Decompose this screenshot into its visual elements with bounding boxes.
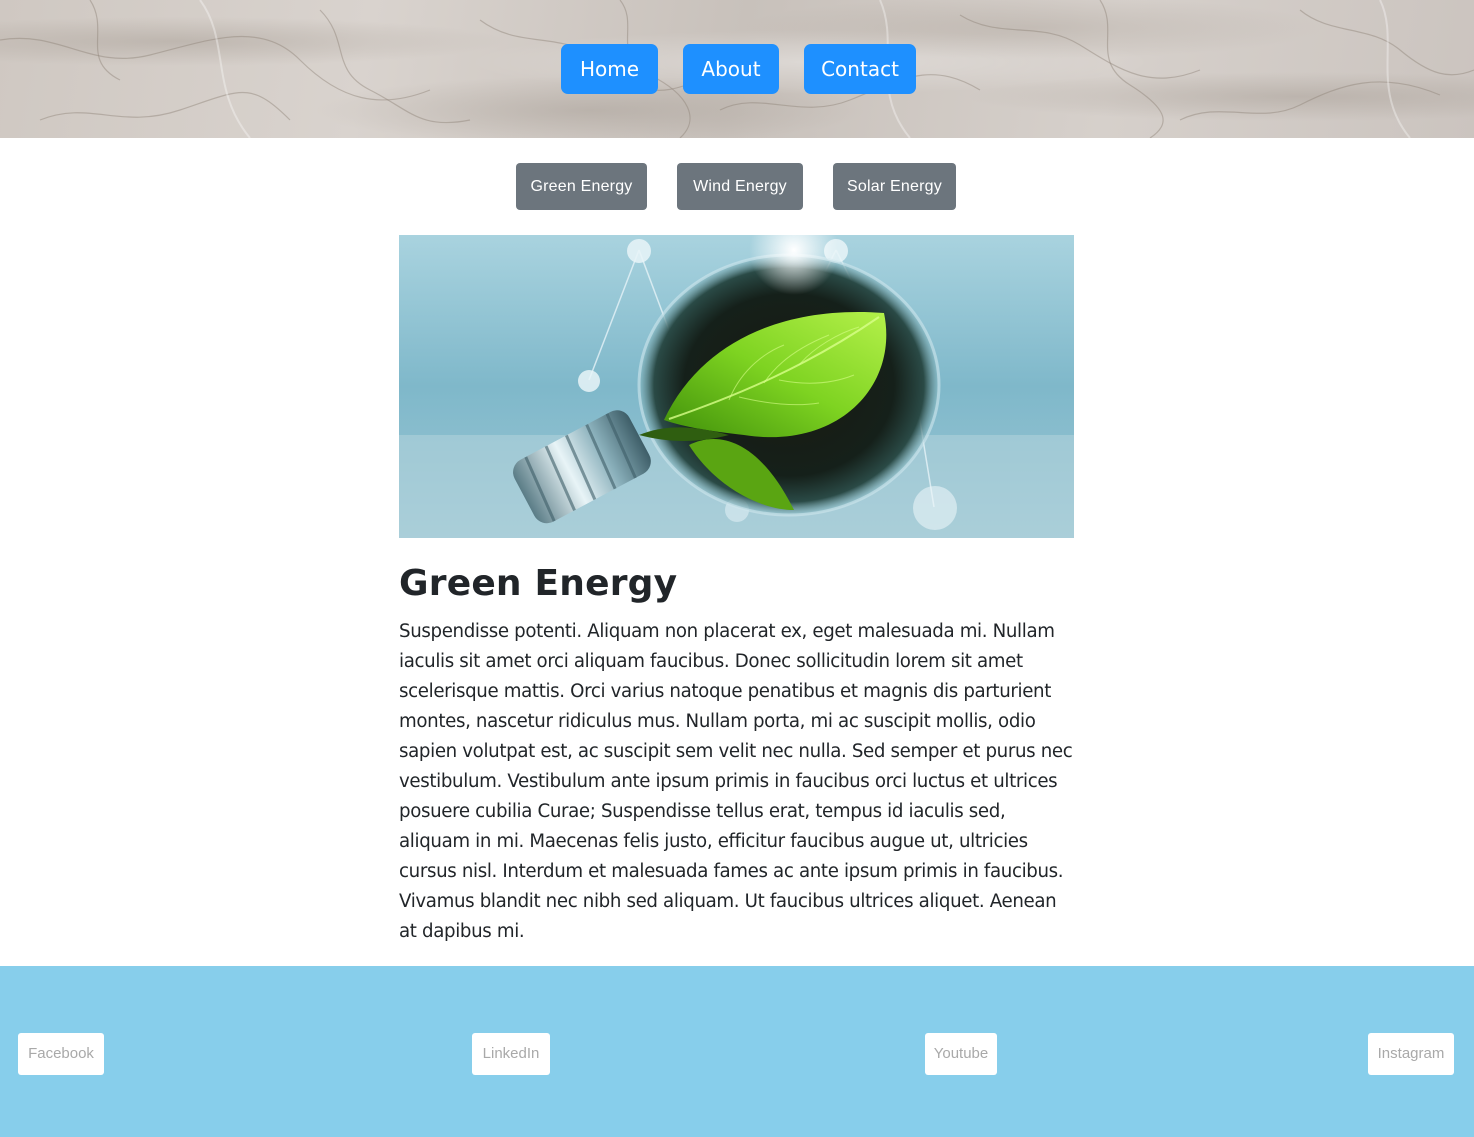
instagram-button[interactable]: Instagram	[1368, 1033, 1454, 1075]
youtube-button[interactable]: Youtube	[925, 1033, 997, 1075]
article-title: Green Energy	[399, 563, 678, 604]
hero-image	[399, 235, 1074, 538]
home-button[interactable]: Home	[561, 44, 658, 94]
header-banner: Home About Contact	[0, 0, 1474, 138]
solar-energy-button[interactable]: Solar Energy	[833, 163, 956, 210]
wind-energy-button[interactable]: Wind Energy	[677, 163, 803, 210]
contact-button[interactable]: Contact	[804, 44, 916, 94]
green-energy-button[interactable]: Green Energy	[516, 163, 647, 210]
article-body: Suspendisse potenti. Aliquam non placera…	[399, 621, 1073, 942]
linkedin-button[interactable]: LinkedIn	[472, 1033, 550, 1075]
main-nav: Home About Contact	[0, 44, 1474, 94]
about-button[interactable]: About	[683, 44, 779, 94]
lightbulb-leaf-image	[399, 235, 1074, 538]
footer: Facebook LinkedIn Youtube Instagram	[0, 966, 1474, 1137]
facebook-button[interactable]: Facebook	[18, 1033, 104, 1075]
